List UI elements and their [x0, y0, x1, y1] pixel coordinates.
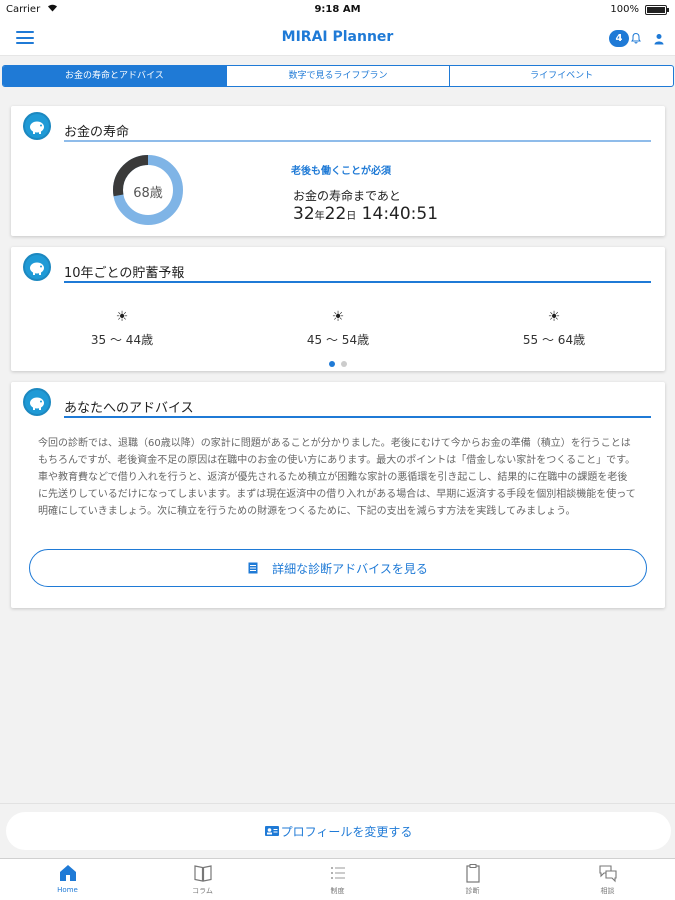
tab-label: 診断 — [465, 887, 480, 895]
forecast-item: ☀ 35 ～ 44歳 — [62, 309, 182, 348]
clipboard-icon — [465, 864, 480, 883]
title-underline — [64, 140, 651, 142]
menu-icon[interactable] — [16, 31, 34, 44]
battery-percent: 100% — [610, 4, 639, 15]
page-dot[interactable] — [341, 361, 347, 367]
tab-system[interactable]: 制度 — [270, 859, 405, 900]
detail-advice-button[interactable]: 詳細な診断アドバイスを見る — [29, 549, 647, 587]
battery-icon — [645, 5, 669, 15]
home-icon — [59, 865, 76, 881]
money-lifespan-card: お金の寿命 68歳 老後も働くことが必須 お金の寿命まであと 32年22日 14… — [11, 106, 665, 236]
app-title: MIRAI Planner — [281, 29, 394, 45]
title-underline — [64, 281, 651, 283]
tab-life-events[interactable]: ライフイベント — [449, 66, 673, 86]
age-range-label: 55 ～ 64歳 — [522, 333, 586, 347]
savings-forecast-card: 10年ごとの貯蓄予報 ☀ 35 ～ 44歳 ☀ 45 ～ 54歳 ☀ 55 ～ … — [11, 247, 665, 371]
remaining-label: お金の寿命まであと — [293, 189, 401, 203]
countdown-years-unit: 年 — [314, 211, 325, 222]
tab-label: 相談 — [600, 887, 615, 895]
tab-label: Home — [57, 886, 78, 894]
countdown-timer: 32年22日 14:40:51 — [293, 204, 438, 224]
book-icon — [193, 865, 212, 882]
chat-icon — [598, 865, 617, 883]
clock: 9:18 AM — [314, 4, 361, 15]
nav-bar: MIRAI Planner 4 — [0, 20, 675, 56]
list-icon — [330, 867, 345, 879]
sun-icon: ☀ — [115, 309, 129, 325]
page-indicator[interactable] — [11, 352, 665, 371]
title-underline — [64, 416, 651, 418]
tab-money-lifespan[interactable]: お金の寿命とアドバイス — [3, 66, 226, 86]
forecast-item: ☀ 55 ～ 64歳 — [494, 309, 614, 348]
detail-advice-label: 詳細な診断アドバイスを見る — [272, 561, 428, 576]
sun-icon: ☀ — [331, 309, 345, 325]
notification-badge: 4 — [609, 29, 629, 47]
card-title: お金の寿命 — [64, 125, 130, 140]
bell-icon — [631, 32, 641, 44]
age-range-label: 45 ～ 54歳 — [306, 333, 370, 347]
age-range-label: 35 ～ 44歳 — [90, 333, 154, 347]
notification-button[interactable]: 4 — [609, 29, 642, 47]
card-title: 10年ごとの貯蓄予報 — [64, 266, 185, 281]
status-bar: Carrier 9:18 AM 100% — [0, 0, 675, 20]
tab-column[interactable]: コラム — [135, 859, 270, 900]
countdown-time: 14:40:51 — [356, 204, 439, 224]
age-label: 68歳 — [133, 186, 163, 201]
tab-label: コラム — [192, 887, 213, 895]
tab-life-plan-numbers[interactable]: 数字で見るライフプラン — [225, 66, 450, 86]
advice-body: 今回の診断では、退職（60歳以降）の家計に問題があることが分かりました。老後にむ… — [38, 438, 636, 517]
forecast-item: ☀ 45 ～ 54歳 — [278, 309, 398, 348]
countdown-days-unit: 日 — [346, 211, 357, 222]
piggy-bank-icon — [23, 253, 51, 281]
bottom-tab-bar: Home コラム 制度 診断 相談 — [0, 858, 675, 900]
page-dot[interactable] — [329, 361, 335, 367]
card-title: あなたへのアドバイス — [64, 401, 194, 416]
sun-icon: ☀ — [547, 309, 561, 325]
countdown-days: 22 — [324, 204, 347, 224]
countdown-years: 32 — [293, 204, 315, 224]
profile-bar: プロフィールを変更する — [0, 803, 675, 858]
change-profile-label: プロフィールを変更する — [280, 824, 413, 839]
advice-card: あなたへのアドバイス 今回の診断では、退職（60歳以降）の家計に問題があることが… — [11, 382, 665, 608]
id-card-icon — [264, 826, 279, 836]
piggy-bank-icon — [23, 112, 51, 140]
segment-tabs: お金の寿命とアドバイス 数字で見るライフプラン ライフイベント — [2, 65, 674, 87]
tab-consultation[interactable]: 相談 — [540, 859, 675, 900]
tab-home[interactable]: Home — [0, 859, 135, 900]
piggy-bank-icon — [23, 388, 51, 416]
document-icon — [248, 562, 258, 574]
must-work-notice: 老後も働くことが必須 — [291, 166, 391, 177]
tab-diagnosis[interactable]: 診断 — [405, 859, 540, 900]
user-icon[interactable] — [653, 33, 665, 45]
change-profile-button[interactable]: プロフィールを変更する — [6, 812, 671, 850]
tab-label: 制度 — [330, 887, 345, 895]
